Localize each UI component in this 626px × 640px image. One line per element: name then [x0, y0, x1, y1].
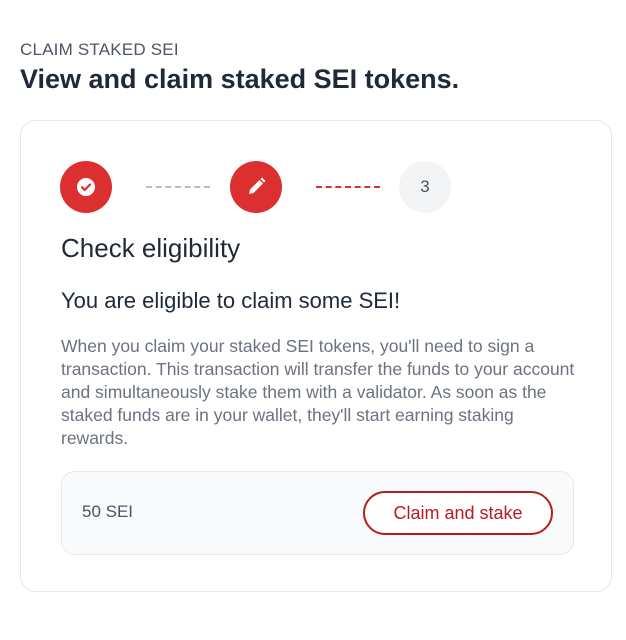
claim-box: 50 SEI Claim and stake: [61, 471, 574, 555]
claim-amount: 50 SEI: [82, 502, 134, 521]
section-title: Check eligibility: [61, 233, 241, 263]
claim-and-stake-button[interactable]: Claim and stake: [363, 491, 553, 535]
step-3-number: 3: [420, 177, 430, 196]
page-title: View and claim staked SEI tokens.: [20, 64, 460, 94]
step-connector-2: [316, 186, 380, 188]
claim-description: When you claim your staked SEI tokens, y…: [61, 336, 575, 448]
eligibility-message: You are eligible to claim some SEI!: [61, 288, 401, 313]
pencil-icon: [245, 176, 267, 198]
step-connector-1: [146, 186, 210, 188]
step-1-complete: [60, 161, 112, 213]
page-eyebrow: CLAIM STAKED SEI: [20, 40, 179, 59]
check-circle-icon: [76, 177, 96, 197]
claim-staked-sei-page: CLAIM STAKED SEI View and claim staked S…: [0, 0, 626, 640]
step-3-pending: 3: [399, 161, 451, 213]
claim-card: 3 Check eligibility You are eligible to …: [20, 120, 612, 592]
step-2-active: [230, 161, 282, 213]
